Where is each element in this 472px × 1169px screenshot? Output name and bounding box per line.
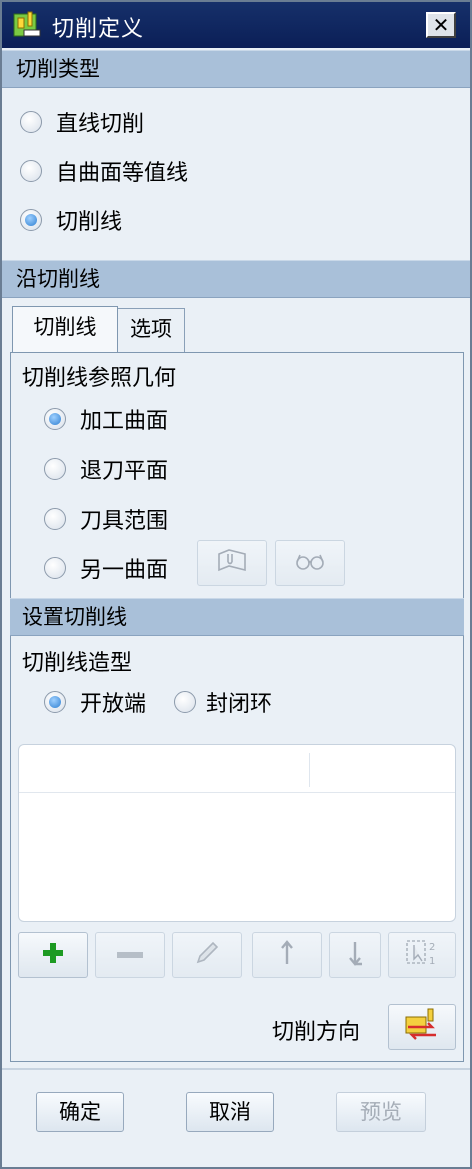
app-icon: [12, 10, 42, 40]
radio-cut-line[interactable]: 切削线: [20, 204, 122, 236]
radio-icon: [20, 160, 42, 182]
bottom-separator: [2, 1068, 470, 1070]
radio-label: 封闭环: [206, 692, 273, 717]
radio-label: 加工曲面: [80, 409, 169, 434]
move-down-icon: [344, 938, 366, 972]
radio-icon: [44, 458, 66, 480]
preview-button[interactable]: 预览: [336, 1092, 426, 1132]
svg-text:1: 1: [429, 956, 435, 967]
cut-direction-label: 切削方向: [272, 1020, 361, 1045]
add-button[interactable]: [18, 932, 88, 978]
radio-label: 刀具范围: [80, 509, 169, 534]
radio-icon: [44, 557, 66, 579]
add-icon: [40, 940, 66, 970]
radio-closed-loop[interactable]: 封闭环: [174, 686, 272, 718]
reference-geometry-label: 切削线参照几何: [22, 366, 177, 391]
reorder-button[interactable]: 2 1: [388, 932, 456, 978]
close-button[interactable]: ✕: [426, 12, 456, 38]
move-down-button[interactable]: [329, 932, 381, 978]
reorder-icon: 2 1: [404, 937, 440, 973]
radio-open-end[interactable]: 开放端: [44, 686, 146, 718]
radio-icon: [174, 691, 196, 713]
edit-icon: [193, 939, 221, 971]
cut-direction-button[interactable]: [388, 1004, 456, 1050]
list-header: [19, 745, 455, 793]
cut-shape-label: 切削线造型: [22, 651, 133, 676]
move-up-icon: [276, 938, 298, 972]
radio-checked-icon: [44, 691, 66, 713]
radio-icon: [20, 111, 42, 133]
radio-label: 直线切削: [56, 112, 145, 137]
glasses-icon: [292, 549, 328, 577]
radio-surface-isolines[interactable]: 自曲面等值线: [20, 155, 188, 187]
radio-label: 退刀平面: [80, 459, 169, 484]
radio-label: 另一曲面: [80, 558, 169, 583]
radio-machining-surface[interactable]: 加工曲面: [44, 403, 168, 435]
tab-options[interactable]: 选项: [117, 308, 185, 352]
radio-retract-plane[interactable]: 退刀平面: [44, 453, 168, 485]
radio-label: 开放端: [80, 692, 147, 717]
select-surface-button[interactable]: [197, 540, 267, 586]
cut-definition-dialog: 切削定义 ✕ 切削类型 直线切削 自曲面等值线 切削线 沿切削线 切削线 选项 …: [0, 0, 472, 1169]
radio-another-surface[interactable]: 另一曲面: [44, 552, 168, 584]
radio-icon: [44, 508, 66, 530]
radio-checked-icon: [44, 408, 66, 430]
along-cut-header: 沿切削线: [2, 260, 470, 298]
surface-select-icon: [215, 546, 249, 580]
remove-icon: [115, 946, 145, 965]
title-bar: 切削定义 ✕: [2, 2, 470, 48]
radio-label: 自曲面等值线: [56, 161, 189, 186]
window-title: 切削定义: [52, 17, 145, 42]
cancel-button[interactable]: 取消: [186, 1092, 274, 1132]
svg-text:2: 2: [429, 942, 435, 953]
flip-direction-icon: [402, 1007, 442, 1047]
radio-checked-icon: [20, 209, 42, 231]
preview-surface-button[interactable]: [275, 540, 345, 586]
close-icon: ✕: [432, 13, 450, 37]
edit-button[interactable]: [172, 932, 242, 978]
column-divider: [309, 753, 310, 787]
set-cut-line-header: 设置切削线: [10, 598, 464, 636]
radio-label: 切削线: [56, 210, 123, 235]
cut-type-header: 切削类型: [2, 50, 470, 88]
ok-button[interactable]: 确定: [36, 1092, 124, 1132]
tab-cut-line[interactable]: 切削线: [12, 306, 118, 352]
cut-line-list[interactable]: [18, 744, 456, 922]
move-up-button[interactable]: [252, 932, 322, 978]
radio-straight-cut[interactable]: 直线切削: [20, 106, 144, 138]
radio-tool-range[interactable]: 刀具范围: [44, 503, 168, 535]
remove-button[interactable]: [95, 932, 165, 978]
